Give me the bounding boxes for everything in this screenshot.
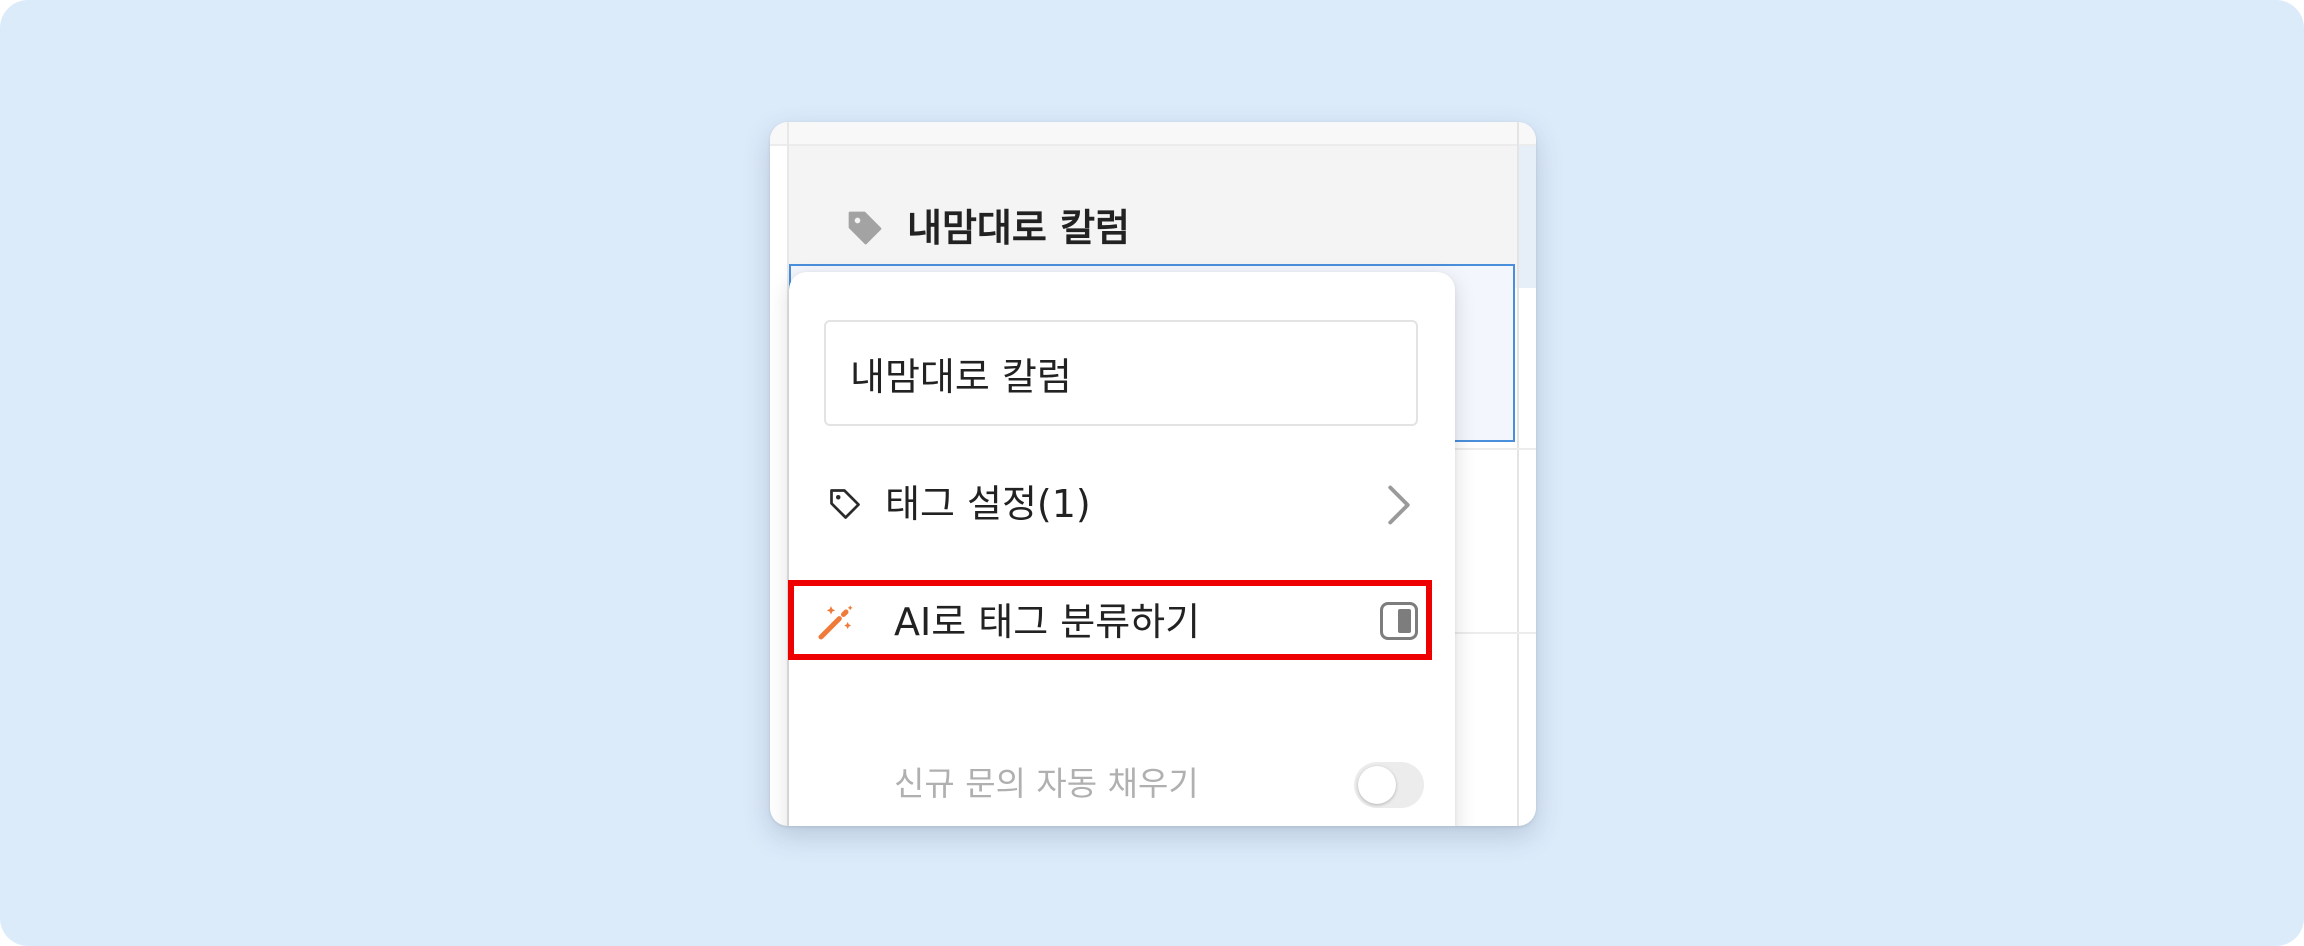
tag-settings-item[interactable]: 태그 설정(1)	[789, 462, 1455, 548]
auto-fill-label: 신규 문의 자동 채우기	[894, 764, 1199, 803]
column-name-input[interactable]	[824, 320, 1418, 426]
tag-filled-icon	[848, 211, 882, 245]
ai-classify-item[interactable]: AI로 태그 분류하기	[794, 586, 1438, 666]
magic-wand-icon	[818, 605, 853, 640]
column-settings-popover: 태그 설정(1) 신규 문의 자동 채우기	[789, 272, 1455, 826]
tag-settings-label: 태그 설정(1)	[885, 482, 1091, 526]
table-panel: 내맘대로 칼럼 태그 설정(1) 신규 문의 자동 채우기	[770, 122, 1536, 826]
table-top-strip	[770, 122, 1536, 146]
toggle-knob	[1398, 609, 1411, 633]
auto-fill-item: 신규 문의 자동 채우기	[789, 746, 1455, 826]
ai-classify-toggle[interactable]	[1380, 602, 1418, 640]
ai-classify-label: AI로 태그 분류하기	[894, 600, 1201, 644]
tag-outline-icon	[830, 489, 860, 519]
toggle-knob	[1358, 766, 1396, 804]
next-column-header	[1519, 146, 1536, 288]
chevron-right-icon	[1388, 485, 1410, 525]
ai-classify-highlight: AI로 태그 분류하기	[788, 580, 1432, 660]
column-title: 내맘대로 칼럼	[907, 206, 1130, 250]
auto-fill-toggle[interactable]	[1354, 762, 1424, 808]
